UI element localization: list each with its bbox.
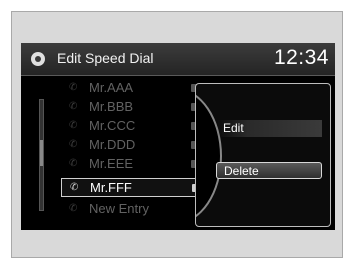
entry-label: Mr.EEE bbox=[89, 156, 134, 171]
settings-icon bbox=[31, 52, 45, 66]
phone-icon: ✆ bbox=[70, 182, 79, 193]
speed-dial-entry[interactable]: ✆ Mr.BBB bbox=[61, 98, 201, 117]
entry-label: Mr.CCC bbox=[89, 118, 136, 133]
speed-dial-entry[interactable]: ✆ Mr.DDD bbox=[61, 136, 201, 155]
speed-dial-entry[interactable]: ✆ Mr.EEE bbox=[61, 155, 201, 174]
popup-dial-arc bbox=[196, 88, 222, 224]
phone-icon: ✆ bbox=[69, 203, 78, 214]
options-popup: Edit Delete bbox=[195, 83, 331, 227]
clock: 12:34 bbox=[273, 46, 329, 69]
delete-option[interactable]: Delete bbox=[216, 162, 322, 179]
speed-dial-entry[interactable]: ✆ New Entry bbox=[61, 200, 201, 219]
phone-icon: ✆ bbox=[69, 158, 78, 169]
edit-option-label: Edit bbox=[223, 121, 244, 135]
phone-icon: ✆ bbox=[69, 120, 78, 131]
speed-dial-entry-selected[interactable]: ✆ Mr.FFF bbox=[61, 178, 201, 197]
scrollbar-thumb[interactable] bbox=[40, 140, 43, 166]
speed-dial-entry[interactable]: ✆ Mr.AAA bbox=[61, 79, 201, 98]
entry-label: Mr.AAA bbox=[89, 80, 134, 95]
entry-label: New Entry bbox=[89, 201, 149, 216]
phone-icon: ✆ bbox=[69, 139, 78, 150]
header-bar: Edit Speed Dial 12:34 bbox=[21, 43, 335, 76]
delete-option-label: Delete bbox=[224, 164, 259, 178]
scrollbar[interactable] bbox=[39, 99, 44, 211]
page-title: Edit Speed Dial bbox=[57, 50, 154, 66]
speed-dial-entry[interactable]: ✆ Mr.CCC bbox=[61, 117, 201, 136]
display-screen: Edit Speed Dial 12:34 ✆ Mr.AAA ✆ Mr.BBB … bbox=[21, 43, 335, 230]
phone-icon: ✆ bbox=[69, 101, 78, 112]
entry-label: Mr.FFF bbox=[90, 180, 132, 195]
entry-label: Mr.BBB bbox=[89, 99, 134, 114]
entry-label: Mr.DDD bbox=[89, 137, 136, 152]
edit-option[interactable]: Edit bbox=[216, 120, 322, 137]
phone-icon: ✆ bbox=[69, 82, 78, 93]
